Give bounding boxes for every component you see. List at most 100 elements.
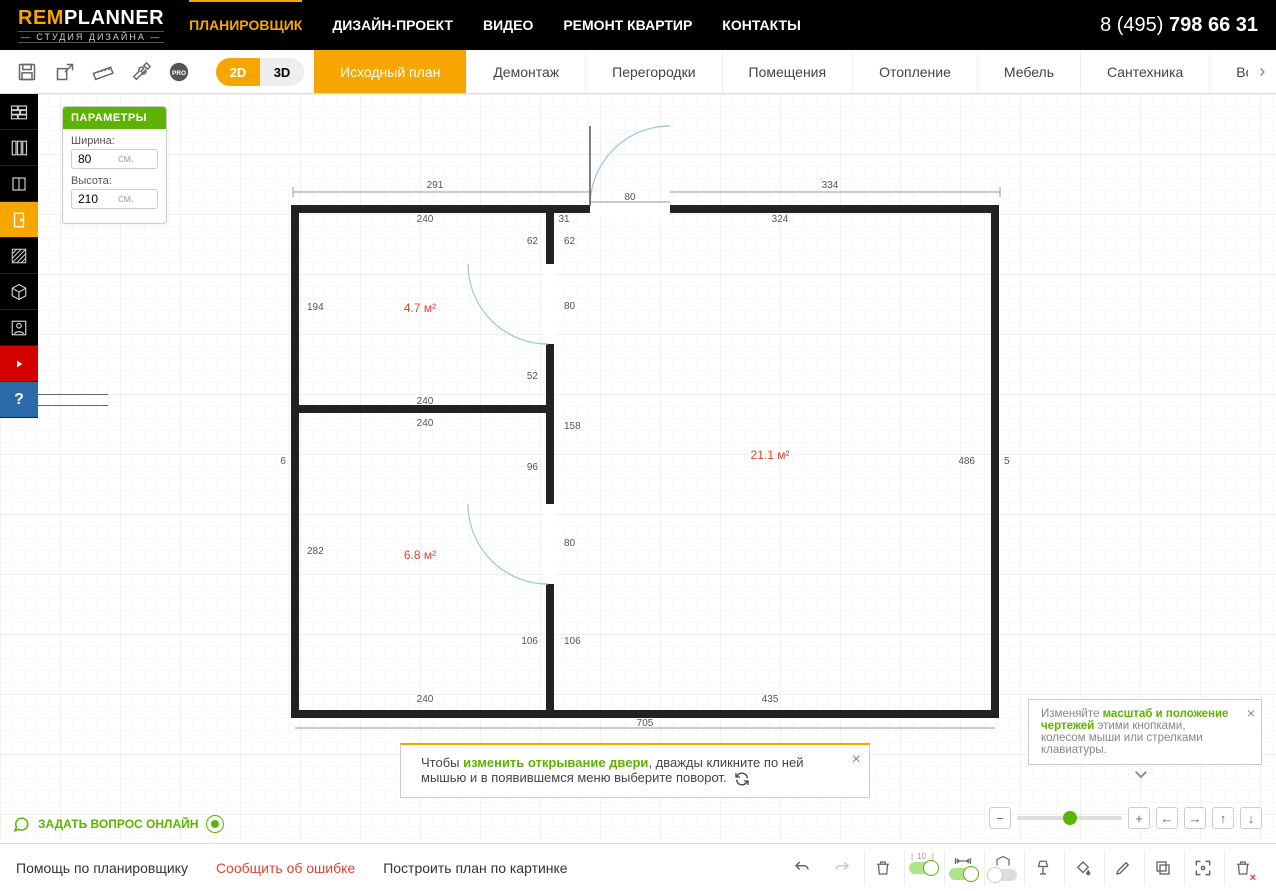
tool-column-icon[interactable] bbox=[0, 130, 38, 166]
hint-text: Чтобы bbox=[421, 755, 463, 770]
save-icon[interactable] bbox=[14, 59, 40, 85]
export-icon[interactable] bbox=[52, 59, 78, 85]
svg-text:62: 62 bbox=[527, 236, 539, 247]
pan-right-button[interactable]: → bbox=[1184, 807, 1206, 829]
view-mode-switch: 2D 3D bbox=[216, 58, 304, 86]
nav-design[interactable]: ДИЗАЙН-ПРОЕКТ bbox=[332, 17, 453, 33]
delete-button[interactable] bbox=[864, 850, 900, 886]
floor-plan[interactable]: 291 80 334 240 31 324 62 62 bbox=[280, 114, 1010, 734]
close-icon[interactable]: × bbox=[852, 751, 861, 769]
svg-text:21.1 м²: 21.1 м² bbox=[751, 448, 790, 462]
tools-icon[interactable] bbox=[128, 59, 154, 85]
workspace[interactable]: ? ПАРАМЕТРЫ Ширина: см. Высота: см. bbox=[0, 94, 1276, 843]
online-indicator-icon bbox=[206, 815, 224, 833]
svg-text:486: 486 bbox=[958, 456, 975, 467]
tab-partitions[interactable]: Перегородки bbox=[586, 50, 722, 93]
lamp-tool-icon[interactable] bbox=[1024, 850, 1060, 886]
tool-door-icon[interactable] bbox=[0, 202, 38, 238]
svg-text:291: 291 bbox=[427, 180, 444, 191]
nav-planner[interactable]: ПЛАНИРОВЩИК bbox=[189, 17, 302, 33]
redo-button[interactable] bbox=[824, 850, 860, 886]
paint-tool-icon[interactable] bbox=[1064, 850, 1100, 886]
panel-title: ПАРАМЕТРЫ bbox=[63, 107, 166, 129]
copy-tool-icon[interactable] bbox=[1144, 850, 1180, 886]
svg-text:80: 80 bbox=[624, 192, 636, 203]
toggle-dimensions[interactable] bbox=[944, 850, 980, 886]
tool-window-icon[interactable] bbox=[0, 166, 38, 202]
width-unit: см. bbox=[118, 153, 134, 165]
svg-text:106: 106 bbox=[521, 636, 538, 647]
pan-left-button[interactable]: ← bbox=[1156, 807, 1178, 829]
tab-water[interactable]: Водос bbox=[1210, 50, 1248, 93]
ask-online-button[interactable]: ЗАДАТЬ ВОПРОС ОНЛАЙН bbox=[12, 815, 224, 833]
tab-heating[interactable]: Отопление bbox=[853, 50, 978, 93]
chat-icon bbox=[12, 815, 30, 833]
tab-demolition[interactable]: Демонтаж bbox=[467, 50, 586, 93]
svg-text:96: 96 bbox=[527, 462, 539, 473]
footer-help-link[interactable]: Помощь по планировщику bbox=[16, 860, 188, 876]
ruler-icon[interactable] bbox=[90, 59, 116, 85]
svg-text:52: 52 bbox=[527, 371, 539, 382]
top-header: REMPLANNER — СТУДИЯ ДИЗАЙНА — ПЛАНИРОВЩИ… bbox=[0, 0, 1276, 50]
hint-zoom-popup: × Изменяйте масштаб и положение чертежей… bbox=[1028, 699, 1262, 765]
nav-contacts[interactable]: КОНТАКТЫ bbox=[722, 17, 800, 33]
svg-text:80: 80 bbox=[564, 538, 576, 549]
ruler-handle[interactable] bbox=[38, 394, 108, 406]
undo-button[interactable] bbox=[784, 850, 820, 886]
fit-screen-icon[interactable] bbox=[1184, 850, 1220, 886]
footer-bar: Помощь по планировщику Сообщить об ошибк… bbox=[0, 843, 1276, 891]
tab-plumbing[interactable]: Сантехника bbox=[1081, 50, 1210, 93]
svg-text:80: 80 bbox=[564, 301, 576, 312]
footer-bug-link[interactable]: Сообщить об ошибке bbox=[216, 860, 355, 876]
edit-tool-icon[interactable] bbox=[1104, 850, 1140, 886]
nav-video[interactable]: ВИДЕО bbox=[483, 17, 533, 33]
view-2d-button[interactable]: 2D bbox=[216, 58, 260, 86]
refresh-icon bbox=[734, 771, 750, 787]
phone-number: 8 (495) 798 66 31 bbox=[1100, 14, 1258, 37]
chevron-down-icon[interactable] bbox=[1132, 765, 1150, 788]
svg-text:240: 240 bbox=[417, 214, 434, 225]
svg-text:282: 282 bbox=[307, 546, 324, 557]
footer-build-link[interactable]: Построить план по картинке bbox=[383, 860, 567, 876]
zoom-in-button[interactable]: + bbox=[1128, 807, 1150, 829]
tool-hatch-icon[interactable] bbox=[0, 238, 38, 274]
svg-text:4.7 м²: 4.7 м² bbox=[404, 301, 436, 315]
tool-help-icon[interactable]: ? bbox=[0, 382, 38, 418]
zoom-slider[interactable] bbox=[1017, 816, 1122, 820]
logo-rem: REM bbox=[18, 7, 64, 29]
svg-text:705: 705 bbox=[637, 718, 654, 729]
tab-original-plan[interactable]: Исходный план bbox=[314, 50, 467, 93]
svg-text:435: 435 bbox=[762, 694, 779, 705]
logo-subtitle: — СТУДИЯ ДИЗАЙНА — bbox=[18, 31, 164, 43]
svg-text:506: 506 bbox=[280, 456, 286, 467]
nav-remont[interactable]: РЕМОНТ КВАРТИР bbox=[563, 17, 692, 33]
svg-text:106: 106 bbox=[564, 636, 581, 647]
plan-tabs: Исходный план Демонтаж Перегородки Помещ… bbox=[314, 50, 1248, 93]
tool-person-icon[interactable] bbox=[0, 310, 38, 346]
height-input[interactable] bbox=[78, 192, 118, 206]
tool-youtube-icon[interactable] bbox=[0, 346, 38, 382]
tab-furniture[interactable]: Мебель bbox=[978, 50, 1081, 93]
svg-text:62: 62 bbox=[564, 236, 576, 247]
parameters-panel: ПАРАМЕТРЫ Ширина: см. Высота: см. bbox=[62, 106, 167, 224]
svg-text:PRO: PRO bbox=[172, 69, 186, 76]
svg-text:158: 158 bbox=[564, 421, 581, 432]
zoom-out-button[interactable]: − bbox=[989, 807, 1011, 829]
tab-rooms[interactable]: Помещения bbox=[723, 50, 854, 93]
logo[interactable]: REMPLANNER — СТУДИЯ ДИЗАЙНА — bbox=[18, 7, 164, 43]
tabs-scroll-right-icon[interactable] bbox=[1248, 50, 1276, 93]
close-icon[interactable]: × bbox=[1247, 705, 1255, 721]
view-3d-button[interactable]: 3D bbox=[260, 58, 304, 86]
pan-down-button[interactable]: ↓ bbox=[1240, 807, 1262, 829]
pan-up-button[interactable]: ↑ bbox=[1212, 807, 1234, 829]
second-toolbar: PRO 2D 3D Исходный план Демонтаж Перегор… bbox=[0, 50, 1276, 94]
toggle-snap[interactable]: |10| bbox=[904, 850, 940, 886]
tool-block-icon[interactable] bbox=[0, 274, 38, 310]
svg-text:240: 240 bbox=[417, 694, 434, 705]
pro-badge-icon[interactable]: PRO bbox=[166, 59, 192, 85]
width-input[interactable] bbox=[78, 152, 118, 166]
height-unit: см. bbox=[118, 193, 134, 205]
toggle-ortho[interactable] bbox=[984, 850, 1020, 886]
delete-all-icon[interactable]: × bbox=[1224, 850, 1260, 886]
tool-wall-icon[interactable] bbox=[0, 94, 38, 130]
